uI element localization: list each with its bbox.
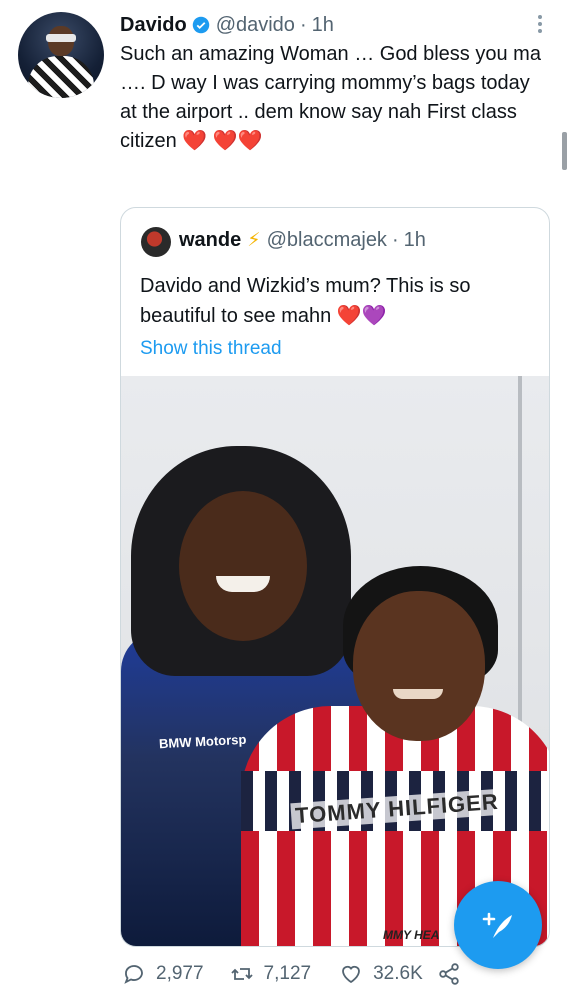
share-icon [439, 963, 459, 985]
tweet-time[interactable]: 1h [312, 14, 334, 37]
compose-icon [482, 912, 512, 938]
retweet-button[interactable]: 7,127 [230, 962, 312, 986]
reply-icon [124, 965, 143, 984]
author-name[interactable]: Davido [120, 14, 187, 37]
quoted-tweet[interactable]: wande ⚡ @blaccmajek · 1h Davido and Wizk… [120, 207, 550, 947]
separator-dot: · [299, 13, 307, 36]
share-button[interactable] [437, 962, 471, 986]
quoted-photo[interactable]: BMW Motorsp TOMMY HILFIGER MMY HEA [121, 376, 549, 946]
tweet-header: Davido @davido · 1h [120, 12, 537, 38]
reply-button[interactable]: 2,977 [122, 962, 204, 986]
show-thread-link[interactable]: Show this thread [140, 338, 282, 360]
like-button[interactable]: 32.6K [339, 962, 423, 986]
quoted-author-handle[interactable]: @blaccmajek [267, 229, 387, 252]
scrollbar[interactable] [562, 132, 567, 170]
quoted-header: wande ⚡ @blaccmajek · 1h [179, 229, 426, 252]
like-icon [342, 965, 360, 984]
tweet-actions: 2,977 7,127 32.6K [122, 962, 471, 986]
quoted-author-avatar[interactable] [141, 227, 171, 257]
quoted-separator-dot: · [391, 229, 399, 251]
author-handle[interactable]: @davido [216, 14, 295, 37]
quoted-time[interactable]: 1h [404, 229, 426, 252]
reply-count: 2,977 [156, 963, 204, 984]
avatar-glasses [46, 34, 76, 42]
compose-button[interactable] [454, 881, 542, 969]
quoted-text: Davido and Wizkid’s mum? This is so beau… [140, 275, 471, 327]
retweet-count: 7,127 [263, 963, 312, 984]
like-count: 32.6K [373, 963, 423, 984]
photo-watermark: MMY HEA [383, 928, 440, 942]
quoted-author-name[interactable]: wande [179, 229, 241, 252]
tweet-text: Such an amazing Woman … God bless you ma… [120, 43, 541, 152]
man-smile [216, 576, 270, 592]
more-options-icon[interactable] [537, 14, 543, 34]
verified-badge-icon [192, 16, 210, 34]
lightning-emoji: ⚡ [247, 230, 261, 251]
author-avatar[interactable] [18, 12, 104, 98]
man-face [179, 491, 307, 641]
woman-smile [393, 689, 443, 699]
retweet-icon [230, 968, 253, 980]
woman-face [353, 591, 485, 741]
avatar-body [28, 56, 94, 98]
